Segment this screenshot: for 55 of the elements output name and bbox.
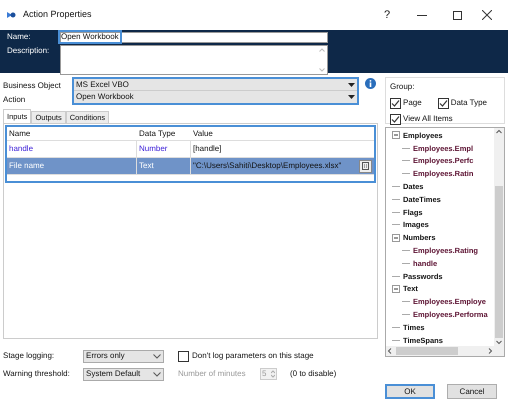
action-label: Action [3, 94, 26, 104]
warning-threshold-dropdown[interactable]: System Default [83, 368, 164, 380]
table-cell: File name [7, 158, 137, 174]
business-object-label: Business Object [3, 80, 62, 90]
dont-log-label: Don't log parameters on this stage [192, 350, 314, 362]
collapse-icon[interactable] [392, 234, 400, 242]
stage-logging-label: Stage logging: [3, 350, 56, 362]
group-label: Group: [390, 82, 414, 91]
ok-button[interactable]: OK [385, 384, 435, 399]
stage-logging-dropdown[interactable]: Errors only [83, 350, 164, 362]
table-cell: Text [137, 158, 191, 174]
table-cell[interactable]: "C:\Users\Sahiti\Desktop\Employees.xlsx" [191, 160, 359, 172]
column-header: Value [192, 128, 214, 140]
group-option-label: Data Type [450, 97, 488, 109]
collapse-icon[interactable] [392, 284, 400, 293]
checkbox[interactable] [178, 350, 189, 362]
help-button[interactable]: ? [372, 6, 402, 24]
scroll-right-icon[interactable] [486, 348, 494, 354]
scroll-left-icon[interactable] [386, 348, 394, 354]
app-icon [6, 10, 16, 20]
group-option-label: View All Items [403, 113, 453, 125]
chevron-down-icon [153, 354, 161, 358]
cancel-button[interactable]: Cancel [447, 384, 497, 399]
table-cell: handle [7, 141, 137, 157]
action-dropdown[interactable]: Open Workbook [74, 91, 357, 103]
collapse-icon[interactable] [392, 131, 400, 140]
caret-icon [348, 95, 355, 99]
business-object-dropdown[interactable]: MS Excel VBO [74, 79, 357, 91]
column-header: Name [8, 128, 32, 140]
chevron-down-icon [153, 372, 161, 376]
scroll-up-icon[interactable] [496, 128, 502, 136]
column-header: Data Type [138, 128, 176, 140]
checkbox[interactable] [390, 114, 401, 124]
close-icon [482, 10, 492, 20]
scroll-down-icon[interactable] [496, 338, 502, 346]
group-option-label: Page [403, 97, 422, 109]
description-label: Description: [7, 45, 50, 57]
minutes-hint: (0 to disable) [290, 368, 336, 380]
horizontal-scrollbar[interactable] [386, 346, 504, 356]
caret-icon [348, 82, 355, 86]
name-label: Name: [7, 31, 32, 43]
table-cell[interactable]: [handle] [191, 143, 374, 155]
window-title: Action Properties [23, 8, 92, 22]
calculator-button[interactable] [359, 160, 372, 172]
checkbox[interactable] [438, 98, 449, 108]
maximize-icon [452, 10, 462, 20]
vertical-scrollbar[interactable] [494, 128, 504, 346]
table-cell: Number [137, 141, 191, 157]
checkbox[interactable] [390, 98, 401, 108]
minimize-icon [417, 14, 427, 16]
warning-threshold-label: Warning threshold: [3, 368, 71, 380]
description-field[interactable] [60, 45, 328, 75]
info-icon[interactable] [365, 78, 376, 89]
name-field[interactable]: Open Workbook [60, 32, 328, 42]
minutes-label: Number of minutes [178, 368, 247, 380]
